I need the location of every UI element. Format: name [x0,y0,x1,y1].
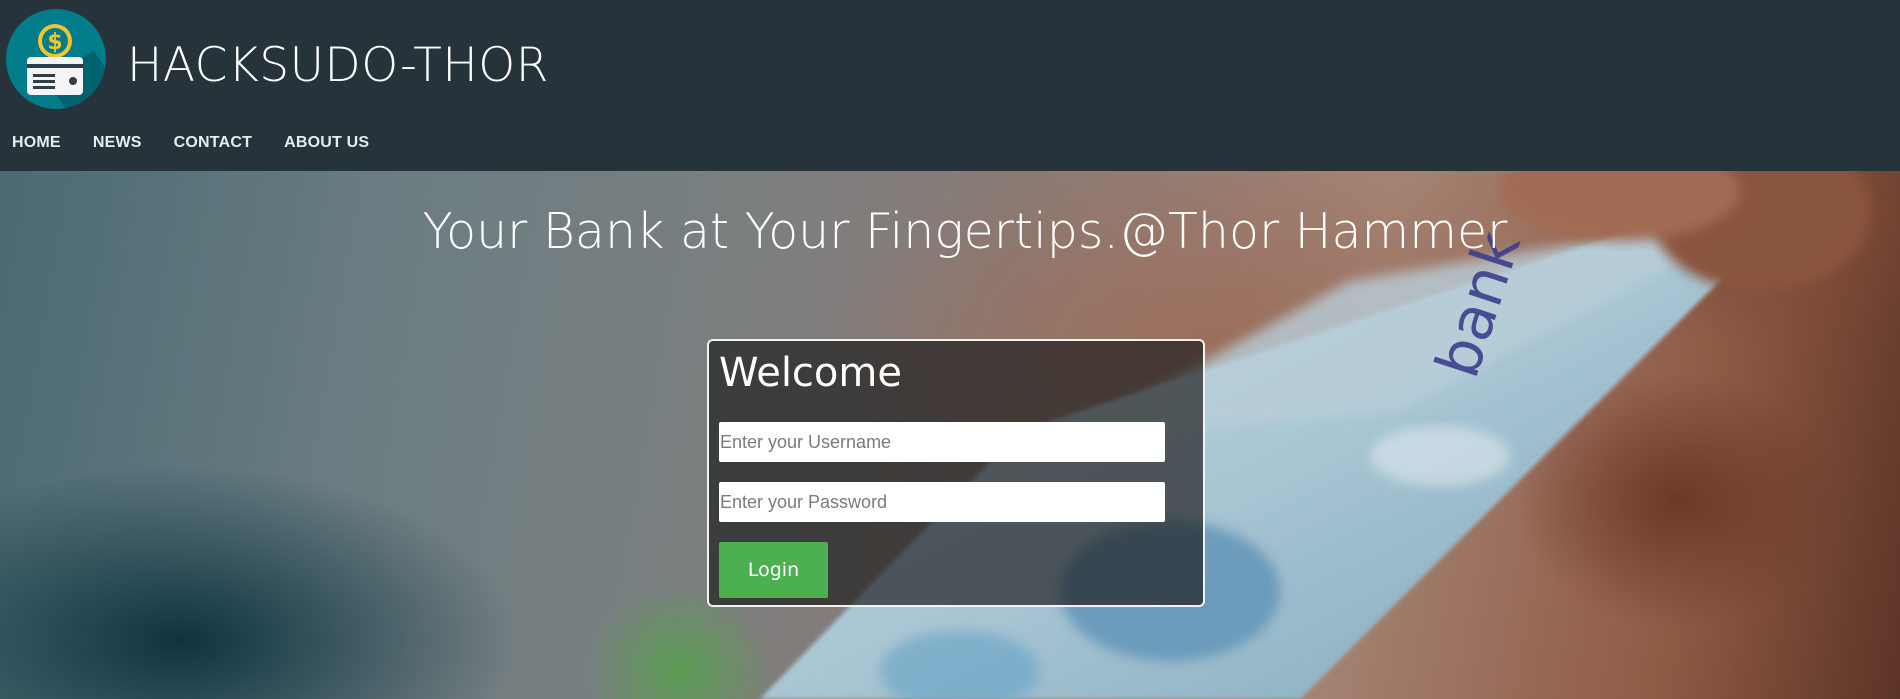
nav-item-news[interactable]: NEWS [93,132,142,154]
hero-banner: bank Your Bank at Your Fingertips.@Thor … [0,171,1900,699]
svg-text:$: $ [47,30,62,55]
login-panel: Welcome Login [707,339,1205,607]
main-nav: HOME NEWS CONTACT ABOUT US [12,132,401,154]
login-button[interactable]: Login [719,542,828,598]
nav-item-about-us[interactable]: ABOUT US [284,132,369,154]
nav-item-home[interactable]: HOME [12,132,61,154]
nav-item-contact[interactable]: CONTACT [174,132,252,154]
site-brand-title: HACKSUDO-THOR [127,38,549,93]
hero-title: Your Bank at Your Fingertips.@Thor Hamme… [422,203,1508,260]
money-card-icon[interactable]: $ [6,9,106,109]
site-header: $ HACKSUDO-THOR HOME NEWS CONTACT ABOUT … [0,0,1900,171]
login-title: Welcome [719,350,902,396]
username-input[interactable] [719,422,1165,462]
password-input[interactable] [719,482,1165,522]
